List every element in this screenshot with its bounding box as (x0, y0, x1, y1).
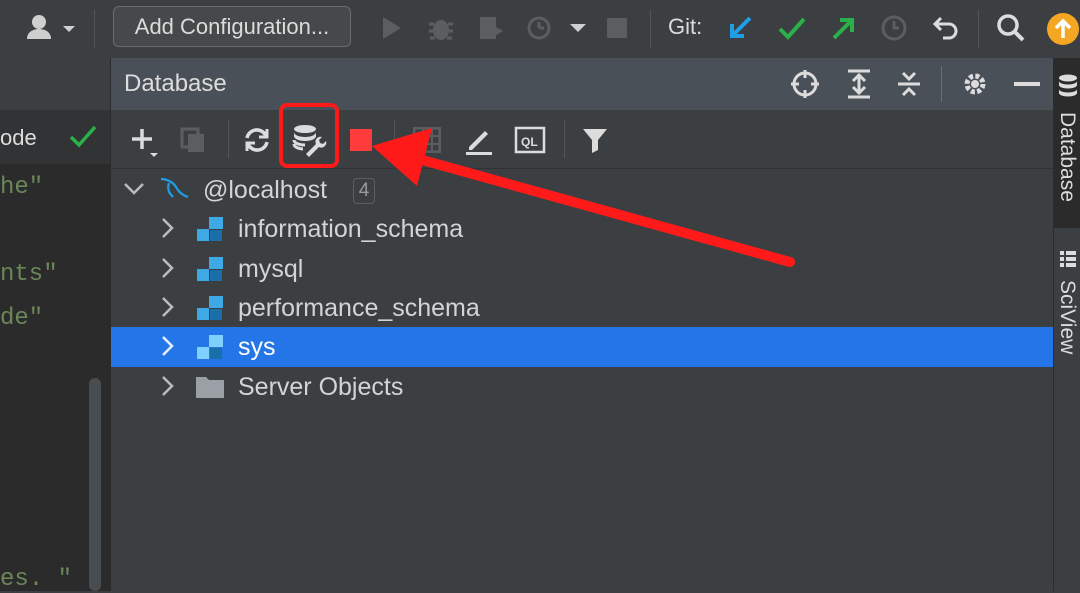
database-toolbar: QL (111, 110, 1053, 169)
tool-tab-sciview[interactable]: SciView (1053, 240, 1080, 370)
collapse-all-icon[interactable] (893, 68, 925, 100)
tree-item-performance-schema[interactable]: performance_schema (111, 288, 1053, 328)
git-commit-icon[interactable] (776, 12, 808, 44)
schema-count-badge: 4 (353, 178, 375, 204)
run-with-coverage-icon[interactable] (475, 12, 507, 44)
code-line: de" (0, 305, 44, 332)
rollback-icon[interactable] (930, 12, 962, 44)
tree-item-label: sys (238, 333, 276, 361)
chevron-right-icon[interactable] (161, 375, 175, 403)
edit-icon[interactable] (463, 124, 495, 156)
chevron-right-icon[interactable] (161, 296, 175, 324)
code-line: es. " (0, 566, 73, 593)
expand-all-icon[interactable] (843, 68, 875, 100)
debug-icon[interactable] (425, 12, 457, 44)
stop-icon[interactable] (345, 124, 377, 156)
plus-icon[interactable] (127, 124, 161, 158)
add-configuration-button[interactable]: Add Configuration... (113, 6, 351, 47)
git-update-icon[interactable] (724, 12, 756, 44)
tree-item-information-schema[interactable]: information_schema (111, 209, 1053, 249)
database-panel-header (111, 58, 1053, 110)
git-label: Git: (668, 14, 703, 39)
tree-item-server-objects[interactable]: Server Objects (111, 367, 1053, 407)
mysql-dolphin-icon (159, 175, 191, 208)
editor-header (0, 58, 110, 111)
chevron-down-icon[interactable] (566, 16, 590, 40)
history-icon[interactable] (878, 12, 910, 44)
stop-icon[interactable] (603, 14, 631, 42)
code-line: nts" (0, 261, 58, 288)
git-push-icon[interactable] (828, 12, 860, 44)
folder-icon (195, 374, 225, 405)
check-icon (68, 122, 98, 155)
editor-tab-bar: ode (0, 110, 110, 164)
run-icon[interactable] (375, 12, 407, 44)
tool-tab-label: SciView (1056, 280, 1079, 355)
table-icon[interactable] (411, 124, 443, 156)
tree-item-label: Server Objects (238, 373, 404, 401)
tree-item-label: mysql (238, 255, 304, 283)
schema-icon (195, 255, 225, 288)
search-icon[interactable] (995, 12, 1027, 44)
chevron-down-icon[interactable] (123, 176, 145, 202)
chevron-right-icon[interactable] (161, 335, 175, 363)
main-toolbar: Add Configuration... Git: (0, 0, 1080, 59)
chevron-right-icon[interactable] (161, 217, 175, 245)
tree-root-label: @localhost (203, 176, 328, 204)
filter-icon[interactable] (579, 124, 611, 156)
editor-tab-label[interactable]: ode (0, 125, 37, 151)
minimize-icon[interactable] (1011, 68, 1043, 100)
panel-title: Database (124, 70, 227, 97)
code-line: he" (0, 174, 44, 201)
svg-text:QL: QL (521, 135, 538, 149)
tree-item-label: performance_schema (238, 294, 480, 322)
locate-icon[interactable] (789, 68, 821, 100)
chevron-right-icon[interactable] (161, 257, 175, 285)
editor-scrollbar[interactable] (89, 378, 101, 591)
sciview-grid-icon (1059, 250, 1077, 273)
tree-item-mysql[interactable]: mysql (111, 249, 1053, 289)
tree-root-localhost[interactable]: @localhost (111, 170, 1053, 210)
schema-icon (195, 333, 225, 366)
refresh-icon[interactable] (241, 124, 273, 156)
annotation-highlight-box (279, 103, 339, 168)
update-available-icon[interactable] (1046, 12, 1080, 46)
query-console-icon[interactable]: QL (513, 124, 547, 156)
database-icon (1058, 74, 1078, 103)
user-account-icon[interactable] (25, 12, 80, 44)
copy-icon[interactable] (177, 124, 209, 156)
profile-icon[interactable] (525, 12, 557, 44)
gear-icon[interactable] (959, 68, 991, 100)
schema-icon (195, 294, 225, 327)
tree-item-label: information_schema (238, 215, 464, 243)
tool-tab-database[interactable]: Database (1053, 58, 1080, 228)
tool-tab-label: Database (1056, 112, 1079, 202)
tree-item-sys[interactable]: sys (111, 327, 1053, 367)
schema-icon (195, 215, 225, 248)
